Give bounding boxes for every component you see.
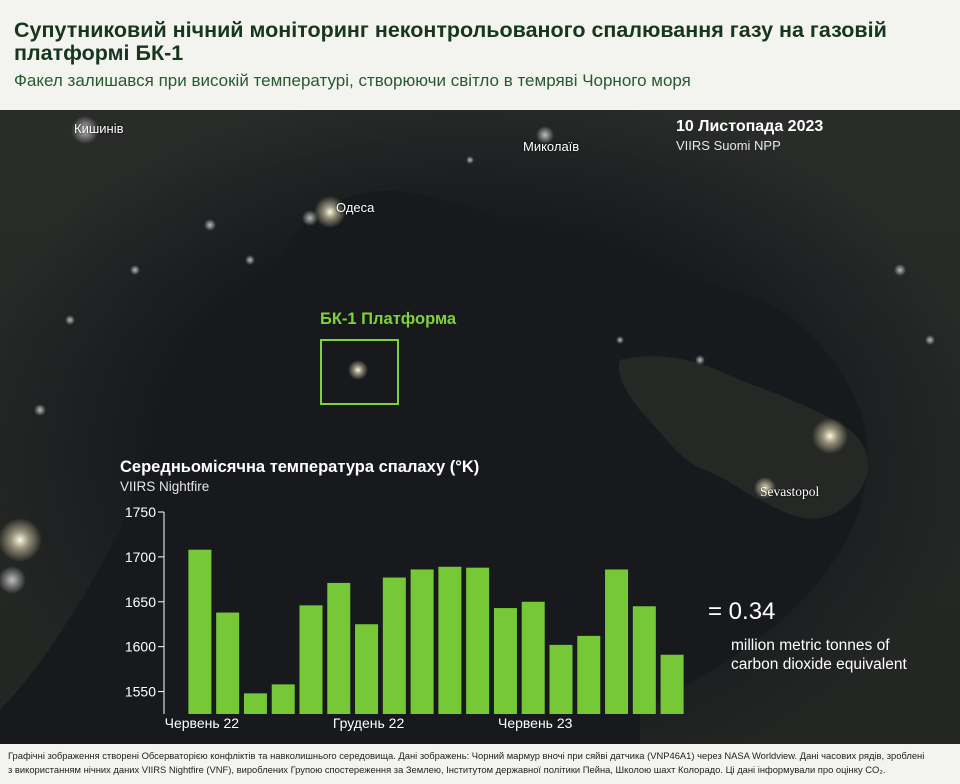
y-tick-label: 1550 xyxy=(125,684,156,700)
bar xyxy=(327,582,351,714)
x-tick-label: Червень 22 xyxy=(165,715,240,731)
page-subtitle: Факел залишався при високій температурі,… xyxy=(14,71,691,90)
bar xyxy=(188,549,212,714)
x-tick-label: Грудень 22 xyxy=(333,715,405,731)
bar xyxy=(521,601,545,714)
bar xyxy=(660,654,684,714)
footer-line-2: з використанням нічних даних VIIRS Night… xyxy=(8,764,886,775)
y-tick-label: 1600 xyxy=(125,639,156,655)
bar xyxy=(605,569,629,714)
x-tick-label: Червень 23 xyxy=(498,715,573,731)
bar xyxy=(549,644,573,714)
bar xyxy=(438,566,462,714)
footer-line-1: Графічні зображення створені Обсерваторі… xyxy=(8,750,925,761)
footer-credits: Графічні зображення створені Обсерваторі… xyxy=(0,744,960,784)
y-tick-label: 1650 xyxy=(125,594,156,610)
bar xyxy=(216,612,240,714)
bar xyxy=(632,606,656,714)
bar xyxy=(410,569,434,714)
bar xyxy=(382,577,406,714)
bar xyxy=(355,624,379,714)
bar xyxy=(243,693,267,714)
y-tick-label: 1750 xyxy=(125,504,156,520)
bar xyxy=(577,635,601,714)
header: Супутниковий нічний моніторинг неконтрол… xyxy=(0,0,960,110)
bar xyxy=(493,608,517,714)
bar xyxy=(271,684,295,714)
page-title: Супутниковий нічний моніторинг неконтрол… xyxy=(14,18,887,65)
y-tick-label: 1700 xyxy=(125,549,156,565)
bar xyxy=(299,605,323,714)
co2-value: = 0.34 xyxy=(708,598,776,625)
satellite-map: Кишинів Миколаїв Одеса Sevastopol 10 Лис… xyxy=(0,110,960,744)
co2-unit-label: million metric tonnes of carbon dioxide … xyxy=(731,637,907,673)
bar xyxy=(466,567,490,714)
